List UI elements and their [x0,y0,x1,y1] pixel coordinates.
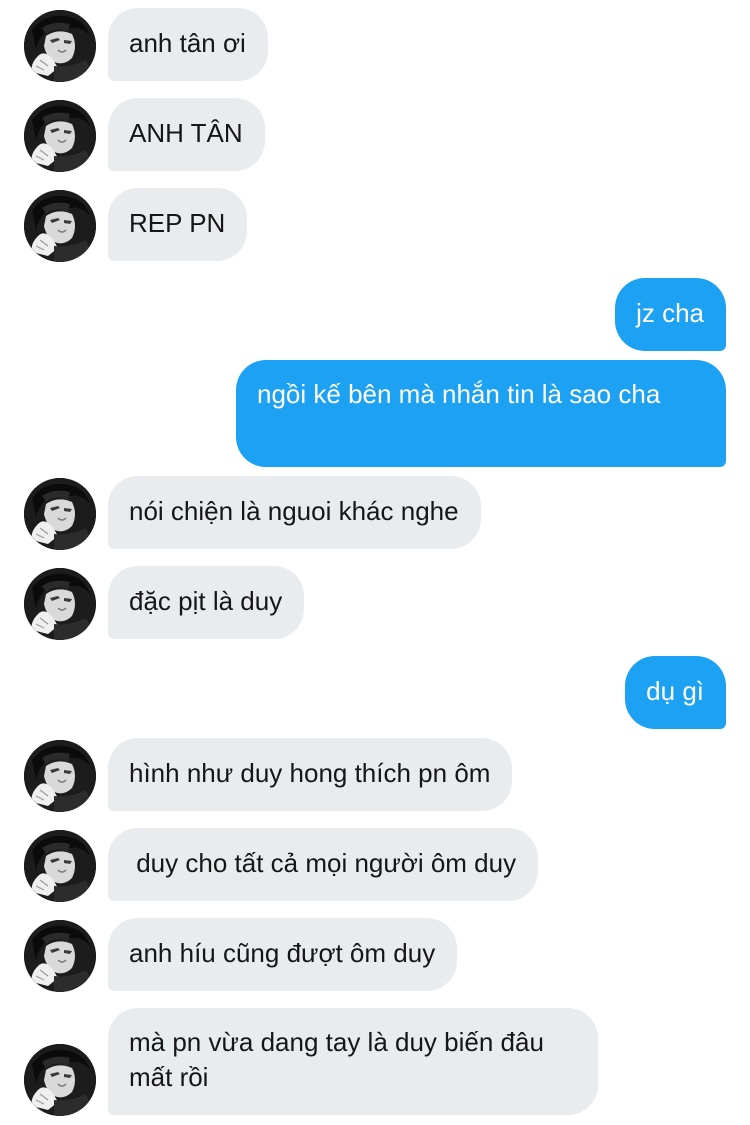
received-message[interactable]: mà pn vừa dang tay là duy biến đâu mất r… [108,1008,598,1115]
sent-message[interactable]: dụ gì [625,656,726,729]
received-message[interactable]: anh tân ơi [108,8,268,81]
received-message[interactable]: ANH TÂN [108,98,265,171]
sent-message[interactable]: jz cha [615,278,726,351]
avatar[interactable] [24,100,96,172]
avatar[interactable] [24,1044,96,1116]
avatar[interactable] [24,478,96,550]
received-message[interactable]: nói chiện là nguoi khác nghe [108,476,481,549]
received-message[interactable]: hình như duy hong thích pn ôm [108,738,513,811]
avatar[interactable] [24,10,96,82]
avatar[interactable] [24,920,96,992]
received-message[interactable]: anh híu cũng đượt ôm duy [108,918,458,991]
received-message[interactable]: đặc pịt là duy [108,566,305,639]
received-message[interactable]: REP PN [108,188,248,261]
avatar[interactable] [24,190,96,262]
sent-message[interactable]: ngồi kế bên mà nhắn tin là sao cha [236,360,726,467]
received-message[interactable]: duy cho tất cả mọi người ôm duy [108,828,539,901]
avatar[interactable] [24,830,96,902]
avatar[interactable] [24,740,96,812]
avatar[interactable] [24,568,96,640]
